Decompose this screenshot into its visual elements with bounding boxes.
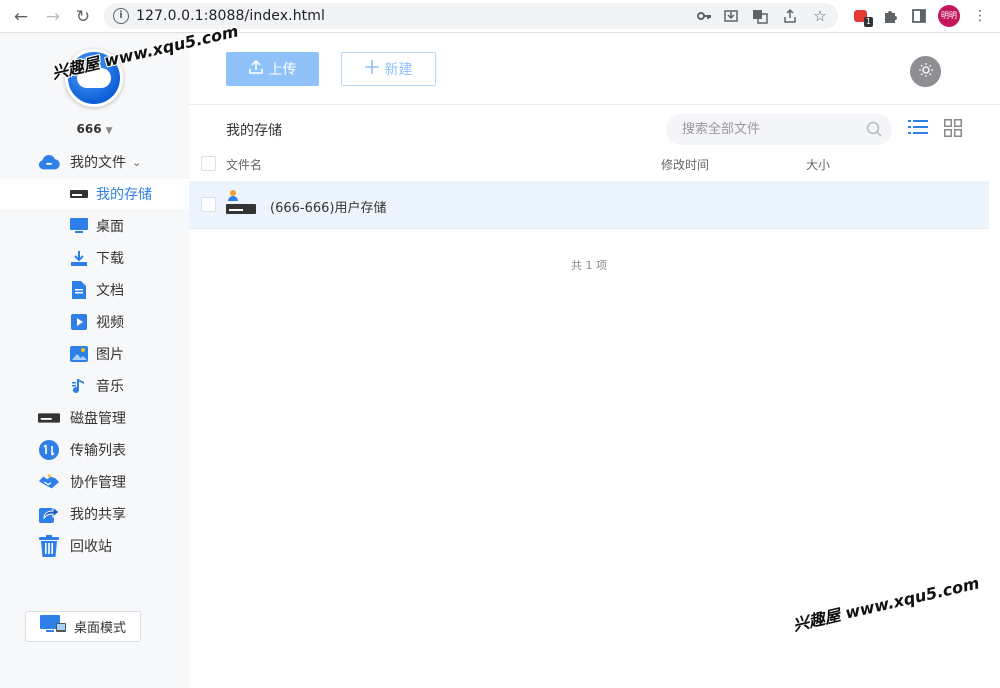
music-icon bbox=[70, 377, 88, 395]
site-info-icon[interactable]: i bbox=[113, 8, 129, 24]
side-panel-icon[interactable] bbox=[909, 6, 929, 26]
sidebar-item-collaboration[interactable]: 协作管理 bbox=[0, 467, 189, 497]
install-icon[interactable] bbox=[721, 6, 741, 26]
column-header-modified[interactable]: 修改时间 bbox=[661, 156, 709, 173]
desktop-mode-icon bbox=[40, 614, 66, 639]
upload-label: 上传 bbox=[268, 62, 297, 78]
share-icon bbox=[38, 503, 60, 525]
image-icon bbox=[70, 345, 88, 363]
desktop-mode-button[interactable]: 桌面模式 bbox=[25, 611, 141, 642]
new-label: 新建 bbox=[384, 62, 413, 78]
reload-icon[interactable]: ↻ bbox=[72, 6, 94, 28]
browser-toolbar: ← → ↻ i 127.0.0.1:8088/index.html ☆ 1 明明… bbox=[0, 0, 1000, 33]
user-menu[interactable]: 666 ▼ bbox=[0, 122, 189, 136]
sidebar-item-images[interactable]: 图片 bbox=[0, 339, 189, 369]
main-panel: 上传 新建 我的存储 文件名 修改时间 大小 (666-666)用户 bbox=[189, 33, 1000, 688]
table-row[interactable]: (666-666)用户存储 bbox=[189, 181, 989, 229]
sidebar: 666 ▼ 我的文件 ⌄ 我的存储 桌面 下载 文档 视频 图片 音乐 磁盘管理… bbox=[0, 33, 189, 688]
sidebar-item-disk-management[interactable]: 磁盘管理 bbox=[0, 403, 189, 433]
cloud-icon bbox=[38, 151, 60, 173]
table-header: 文件名 修改时间 大小 bbox=[189, 149, 1000, 179]
search-icon[interactable] bbox=[866, 121, 882, 137]
item-count: 共 1 项 bbox=[571, 259, 607, 272]
document-icon bbox=[70, 281, 88, 299]
key-icon[interactable] bbox=[694, 6, 714, 26]
theme-toggle-button[interactable] bbox=[910, 56, 941, 87]
user-storage-icon bbox=[226, 189, 256, 219]
handshake-icon bbox=[38, 471, 60, 493]
share-page-icon[interactable] bbox=[780, 6, 800, 26]
row-file-name[interactable]: (666-666)用户存储 bbox=[270, 197, 386, 216]
download-icon bbox=[70, 249, 88, 267]
transfer-icon bbox=[38, 439, 60, 461]
sidebar-item-my-files[interactable]: 我的文件 ⌄ bbox=[0, 147, 189, 177]
grid-view-icon[interactable] bbox=[944, 119, 964, 139]
sidebar-item-desktop[interactable]: 桌面 bbox=[0, 211, 189, 241]
search-input[interactable] bbox=[682, 114, 862, 145]
chevron-down-icon: ⌄ bbox=[132, 155, 142, 169]
puzzle-extensions-icon[interactable] bbox=[880, 6, 900, 26]
column-header-name[interactable]: 文件名 bbox=[226, 156, 262, 173]
sidebar-item-recycle-bin[interactable]: 回收站 bbox=[0, 531, 189, 561]
sidebar-item-my-shares[interactable]: 我的共享 bbox=[0, 499, 189, 529]
back-arrow-icon[interactable]: ← bbox=[10, 6, 32, 28]
new-button[interactable]: 新建 bbox=[341, 52, 436, 86]
breadcrumb: 我的存储 bbox=[226, 123, 282, 139]
select-all-checkbox[interactable] bbox=[201, 156, 216, 171]
more-menu-icon[interactable]: ⋮ bbox=[970, 6, 990, 26]
search-box[interactable] bbox=[666, 114, 892, 145]
disk-icon bbox=[38, 407, 60, 429]
username: 666 bbox=[76, 122, 102, 136]
toolbar-divider bbox=[189, 104, 1000, 105]
extension-badge: 1 bbox=[863, 17, 873, 27]
sun-icon bbox=[918, 62, 933, 81]
list-view-icon[interactable] bbox=[908, 119, 930, 139]
sidebar-item-music[interactable]: 音乐 bbox=[0, 371, 189, 401]
video-icon bbox=[70, 313, 88, 331]
translate-icon[interactable] bbox=[750, 6, 770, 26]
drive-icon bbox=[70, 185, 88, 203]
upload-button[interactable]: 上传 bbox=[226, 52, 319, 86]
sidebar-item-my-storage[interactable]: 我的存储 bbox=[0, 179, 189, 209]
sidebar-item-documents[interactable]: 文档 bbox=[0, 275, 189, 305]
upload-icon bbox=[248, 59, 263, 78]
monitor-icon bbox=[70, 217, 88, 235]
sidebar-item-video[interactable]: 视频 bbox=[0, 307, 189, 337]
forward-arrow-icon[interactable]: → bbox=[42, 6, 64, 28]
extension-red-icon[interactable]: 1 bbox=[850, 6, 873, 27]
sidebar-item-download[interactable]: 下载 bbox=[0, 243, 189, 273]
row-checkbox[interactable] bbox=[201, 197, 216, 212]
plus-icon bbox=[364, 60, 379, 78]
sidebar-item-transfer-list[interactable]: 传输列表 bbox=[0, 435, 189, 465]
bookmark-star-icon[interactable]: ☆ bbox=[810, 6, 830, 26]
profile-avatar[interactable]: 明明 bbox=[938, 5, 960, 27]
column-header-size[interactable]: 大小 bbox=[806, 156, 830, 173]
trash-icon bbox=[38, 535, 60, 557]
caret-down-icon: ▼ bbox=[105, 126, 113, 136]
